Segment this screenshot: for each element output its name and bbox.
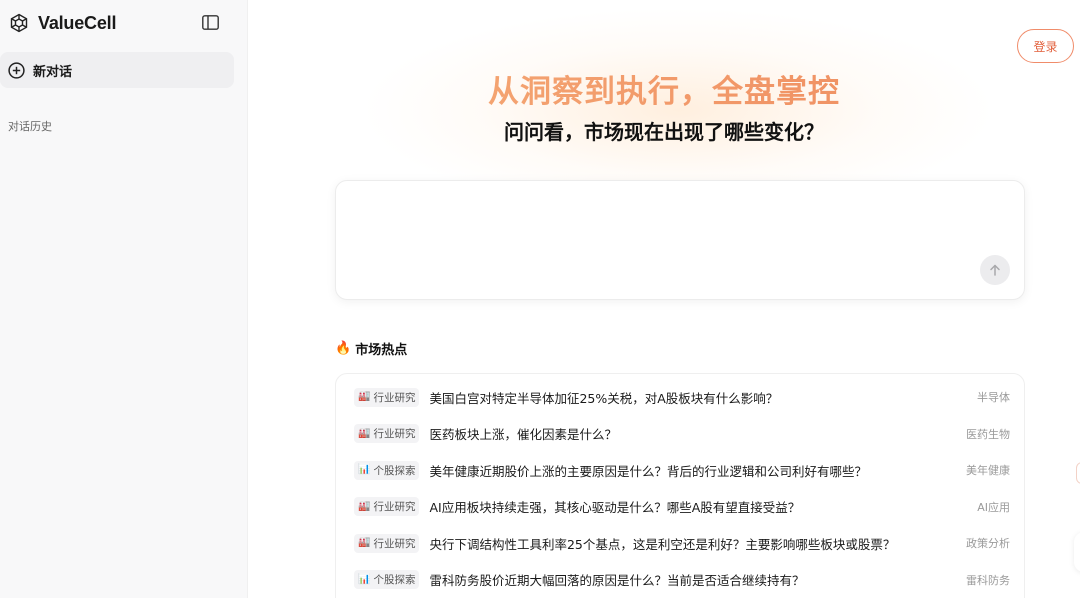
factory-icon: 🏭 xyxy=(358,500,371,512)
chat-input-card xyxy=(335,180,1025,300)
topic-question: 美年健康近期股价上涨的主要原因是什么？背后的行业逻辑和公司利好有哪些？ xyxy=(429,463,867,479)
topic-question: 美国白宫对特定半导体加征25%关税，对A股板块有什么影响？ xyxy=(429,390,779,406)
plus-circle-icon xyxy=(8,61,25,79)
topic-question: 医药板块上涨，催化因素是什么？ xyxy=(429,427,617,443)
topic-tag: 📊 个股探索 xyxy=(354,570,420,590)
side-handle[interactable] xyxy=(1076,462,1080,484)
hot-topic-row[interactable]: 🏭 行业研究 AI应用板块持续走强，其核心驱动是什么？哪些A股有望直接受益？ AI… xyxy=(336,489,1024,526)
topic-tag: 🏭 行业研究 xyxy=(354,424,420,444)
topic-tag-label: 个股探索 xyxy=(373,574,416,587)
fire-icon: 🔥 xyxy=(335,340,352,356)
new-chat-button[interactable]: 新对话 xyxy=(0,52,234,88)
topic-category: AI应用 xyxy=(977,500,1010,514)
sidebar-panel-icon xyxy=(201,14,219,30)
hot-topic-row[interactable]: 📊 个股探索 雷科防务股价近期大幅回落的原因是什么？当前是否适合继续持有？ 雷科防… xyxy=(336,562,1024,598)
hot-topic-row[interactable]: 📊 个股探索 美年健康近期股价上涨的主要原因是什么？背后的行业逻辑和公司利好有哪些… xyxy=(336,452,1024,489)
hot-topic-row[interactable]: 🏭 行业研究 央行下调结构性工具利率25个基点，这是利空还是利好？主要影响哪些板块… xyxy=(336,525,1024,562)
topic-tag: 🏭 行业研究 xyxy=(354,533,420,553)
market-hot-list: 🏭 行业研究 美国白宫对特定半导体加征25%关税，对A股板块有什么影响？ 半导体 … xyxy=(335,373,1025,598)
bar-chart-icon: 📊 xyxy=(358,464,371,476)
chat-input[interactable] xyxy=(350,195,970,265)
floating-widget[interactable] xyxy=(1074,532,1080,572)
topic-question: 雷科防务股价近期大幅回落的原因是什么？当前是否适合继续持有？ xyxy=(429,573,805,589)
topic-tag: 📊 个股探索 xyxy=(354,460,420,480)
topic-tag-label: 行业研究 xyxy=(373,428,416,441)
topic-category: 雷科防务 xyxy=(966,573,1010,587)
topic-tag-label: 行业研究 xyxy=(373,537,416,550)
valuecell-logo-icon xyxy=(8,12,30,34)
topic-category: 半导体 xyxy=(977,391,1010,405)
arrow-up-icon xyxy=(990,264,1000,276)
topic-category: 美年健康 xyxy=(966,464,1010,478)
app-root: ValueCell 新对话 对话历史 登录 从洞察到执行，全盘掌控 问问看，市场… xyxy=(0,0,1080,598)
bar-chart-icon: 📊 xyxy=(358,573,371,585)
factory-icon: 🏭 xyxy=(358,537,371,549)
send-button[interactable] xyxy=(980,255,1010,285)
topic-tag: 🏭 行业研究 xyxy=(354,387,420,407)
topic-tag-label: 个股探索 xyxy=(373,464,416,477)
market-hot-title: 🔥 市场热点 xyxy=(335,338,407,358)
hero-subtitle: 问问看，市场现在出现了哪些变化？ xyxy=(504,120,824,144)
history-section-title: 对话历史 xyxy=(8,120,52,133)
factory-icon: 🏭 xyxy=(358,391,371,403)
hero-title: 从洞察到执行，全盘掌控 xyxy=(248,66,1080,111)
topic-category: 政策分析 xyxy=(966,537,1010,551)
main-content: 登录 从洞察到执行，全盘掌控 问问看，市场现在出现了哪些变化？ 🔥 市场热点 🏭… xyxy=(248,0,1080,598)
new-chat-label: 新对话 xyxy=(33,64,73,80)
topic-tag-label: 行业研究 xyxy=(373,391,416,404)
hot-topic-row[interactable]: 🏭 行业研究 医药板块上涨，催化因素是什么？ 医药生物 xyxy=(336,416,1024,453)
topic-question: AI应用板块持续走强，其核心驱动是什么？哪些A股有望直接受益？ xyxy=(429,500,801,516)
market-hot-label: 市场热点 xyxy=(355,342,408,358)
hot-topic-row[interactable]: 🏭 行业研究 美国白宫对特定半导体加征25%关税，对A股板块有什么影响？ 半导体 xyxy=(336,379,1024,416)
sidebar-toggle-button[interactable] xyxy=(200,12,220,32)
brand-name: ValueCell xyxy=(38,12,117,33)
topic-tag: 🏭 行业研究 xyxy=(354,497,420,517)
topic-question: 央行下调结构性工具利率25个基点，这是利空还是利好？主要影响哪些板块或股票？ xyxy=(429,536,896,552)
factory-icon: 🏭 xyxy=(358,427,371,439)
topic-category: 医药生物 xyxy=(966,427,1010,441)
sidebar: ValueCell 新对话 对话历史 xyxy=(0,0,248,598)
topic-tag-label: 行业研究 xyxy=(373,501,416,514)
login-button[interactable]: 登录 xyxy=(1017,29,1074,63)
brand[interactable]: ValueCell xyxy=(8,11,116,35)
